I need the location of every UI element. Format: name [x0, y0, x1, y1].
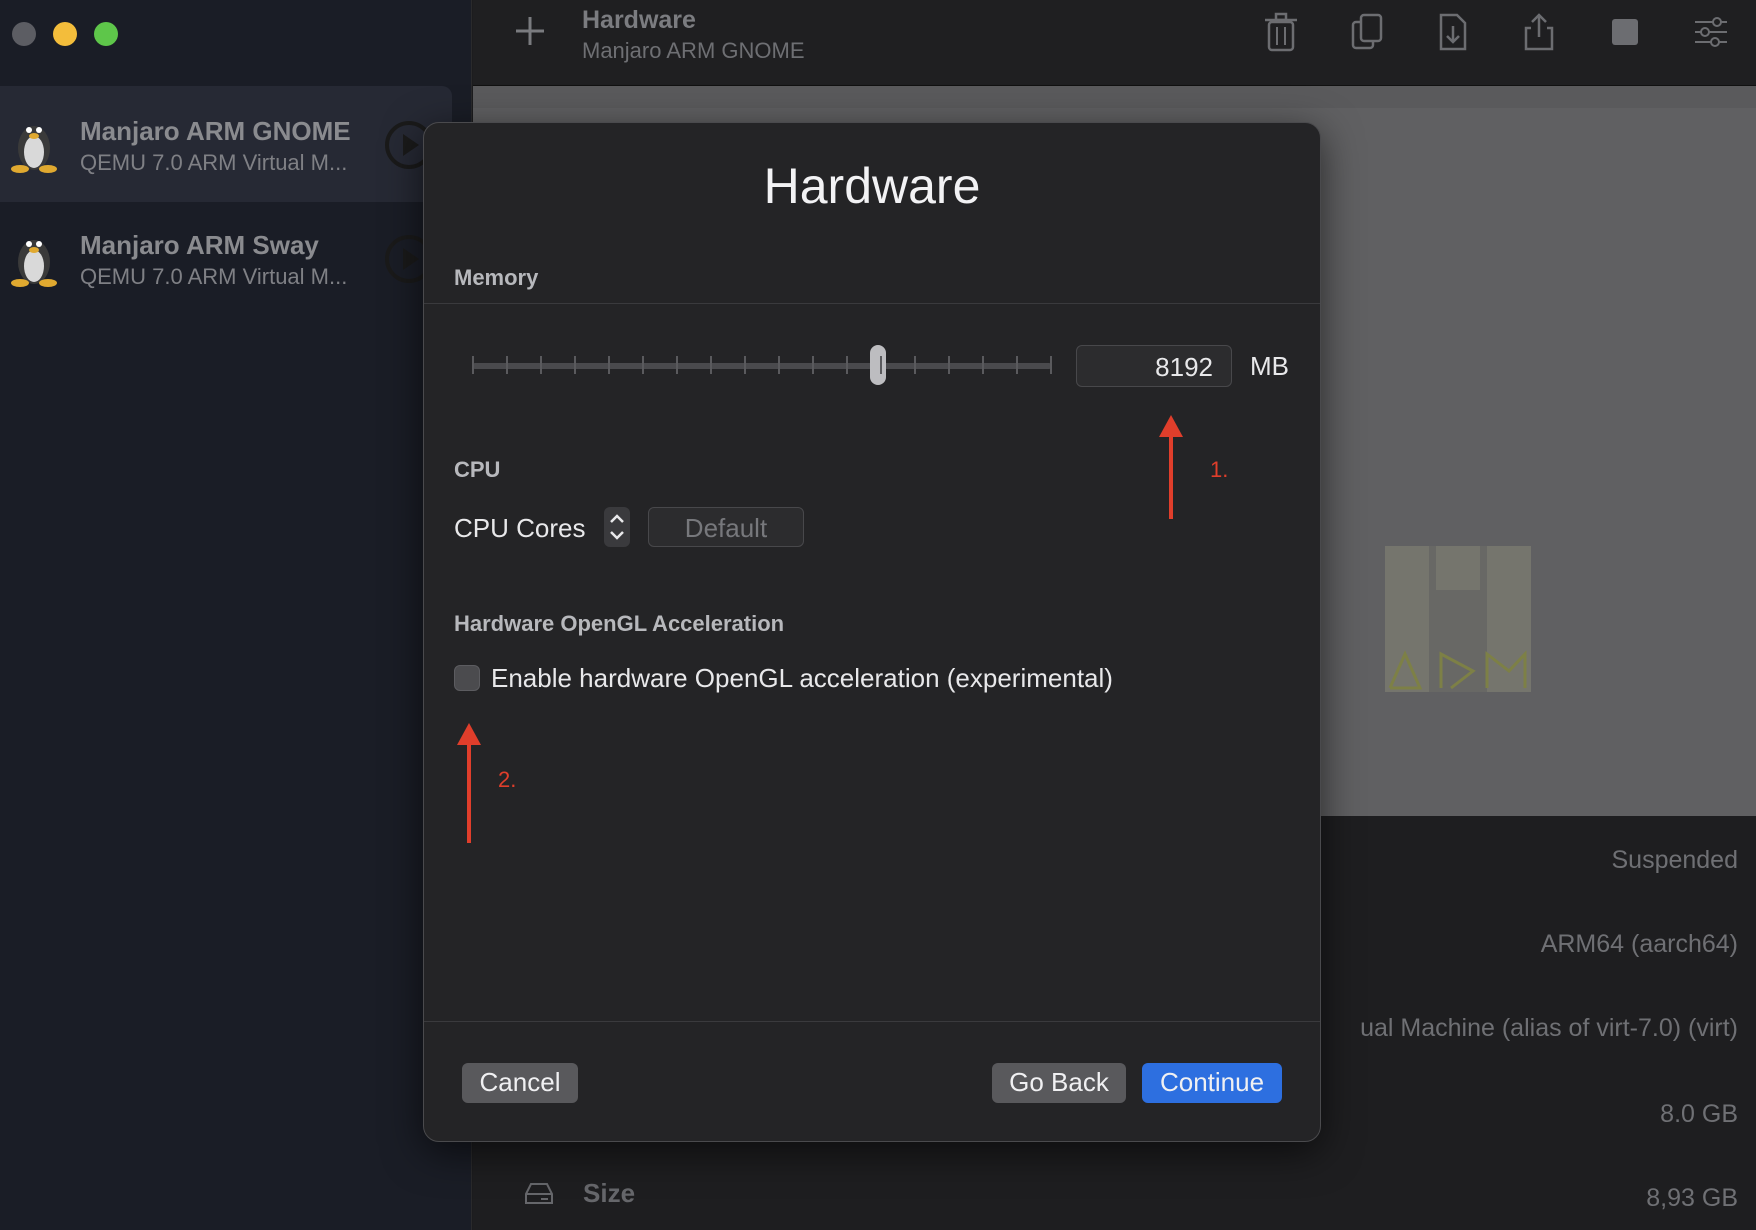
slider-tick [778, 356, 780, 374]
slider-tick [642, 356, 644, 374]
vm-name: Manjaro ARM GNOME [80, 116, 351, 146]
vm-list-item[interactable]: Manjaro ARM Sway QEMU 7.0 ARM Virtual M.… [0, 200, 452, 316]
slider-tick [676, 356, 678, 374]
window-controls [12, 22, 118, 46]
opengl-checkbox[interactable] [454, 665, 480, 691]
slider-tick [472, 356, 474, 374]
cpu-section-label: CPU [454, 457, 501, 482]
memory-input[interactable]: 8192 [1076, 345, 1232, 387]
size-value: 8,93 GB [1646, 1184, 1738, 1212]
trash-icon[interactable] [1263, 12, 1299, 52]
architecture-value: ARM64 (aarch64) [1540, 930, 1738, 958]
memory-value: 8.0 GB [1660, 1100, 1738, 1128]
preview-top-bar [473, 86, 1756, 108]
minimize-window-button[interactable] [53, 22, 77, 46]
vm-list-item[interactable]: Manjaro ARM GNOME QEMU 7.0 ARM Virtual M… [0, 86, 452, 202]
annotation-label-2: 2. [498, 767, 517, 792]
maximize-window-button[interactable] [94, 22, 118, 46]
annotation-arrow-2 [457, 723, 481, 843]
slider-tick [846, 356, 848, 374]
linux-penguin-icon [11, 126, 57, 173]
memory-slider-knob[interactable] [870, 345, 886, 385]
slider-tick [710, 356, 712, 374]
cpu-cores-stepper[interactable] [604, 507, 630, 547]
memory-slider-track[interactable] [472, 363, 1052, 369]
add-icon[interactable] [513, 14, 547, 48]
drive-icon [525, 1182, 553, 1204]
opengl-section-label: Hardware OpenGL Acceleration [454, 611, 785, 636]
opengl-checkbox-label[interactable]: Enable hardware OpenGL acceleration (exp… [491, 663, 1113, 694]
divider [424, 303, 1320, 304]
cpu-cores-input[interactable]: Default [648, 507, 804, 547]
slider-tick [1016, 356, 1018, 374]
close-window-button[interactable] [12, 22, 36, 46]
slider-tick [574, 356, 576, 374]
dialog-title: Hardware [763, 158, 981, 214]
stop-icon[interactable] [1607, 12, 1643, 52]
slider-tick [812, 356, 814, 374]
clone-icon[interactable] [1349, 12, 1385, 52]
annotation-arrow-1 [1159, 415, 1183, 519]
memory-section-label: Memory [454, 265, 539, 290]
size-row: Size [523, 1178, 635, 1209]
status-value: Suspended [1611, 846, 1738, 874]
slider-tick [744, 356, 746, 374]
toolbar-subtitle: Manjaro ARM GNOME [582, 38, 805, 63]
sidebar: Manjaro ARM GNOME QEMU 7.0 ARM Virtual M… [0, 0, 472, 1230]
vm-subtitle: QEMU 7.0 ARM Virtual M... [80, 264, 348, 289]
slider-tick [506, 356, 508, 374]
app-window: Manjaro ARM GNOME QEMU 7.0 ARM Virtual M… [0, 0, 1756, 1230]
share-icon[interactable] [1521, 12, 1557, 52]
machine-value: ual Machine (alias of virt-7.0) (virt) [1360, 1014, 1738, 1042]
slider-tick [982, 356, 984, 374]
vm-subtitle: QEMU 7.0 ARM Virtual M... [80, 150, 348, 175]
toolbar-title: Hardware [582, 6, 696, 34]
settings-sliders-icon[interactable] [1693, 12, 1729, 52]
toolbar: Hardware Manjaro ARM GNOME [473, 0, 1756, 86]
slider-tick [914, 356, 916, 374]
cancel-button[interactable]: Cancel [462, 1063, 578, 1103]
vm-name: Manjaro ARM Sway [80, 230, 319, 260]
go-back-button[interactable]: Go Back [992, 1063, 1126, 1103]
size-label: Size [583, 1178, 636, 1208]
linux-penguin-icon [11, 240, 57, 287]
memory-unit-label: MB [1250, 351, 1289, 381]
divider [424, 1021, 1320, 1022]
manjaro-arm-logo [1385, 546, 1531, 692]
slider-tick [880, 356, 882, 374]
slider-tick [540, 356, 542, 374]
slider-tick [608, 356, 610, 374]
slider-tick [948, 356, 950, 374]
download-file-icon[interactable] [1435, 12, 1471, 52]
slider-tick [1050, 356, 1052, 374]
hardware-dialog: Hardware Memory 8192 MB 1. CPU CPU Cores… [423, 122, 1321, 1142]
cpu-cores-label: CPU Cores [454, 513, 586, 543]
annotation-label-1: 1. [1210, 457, 1229, 482]
continue-button[interactable]: Continue [1142, 1063, 1282, 1103]
